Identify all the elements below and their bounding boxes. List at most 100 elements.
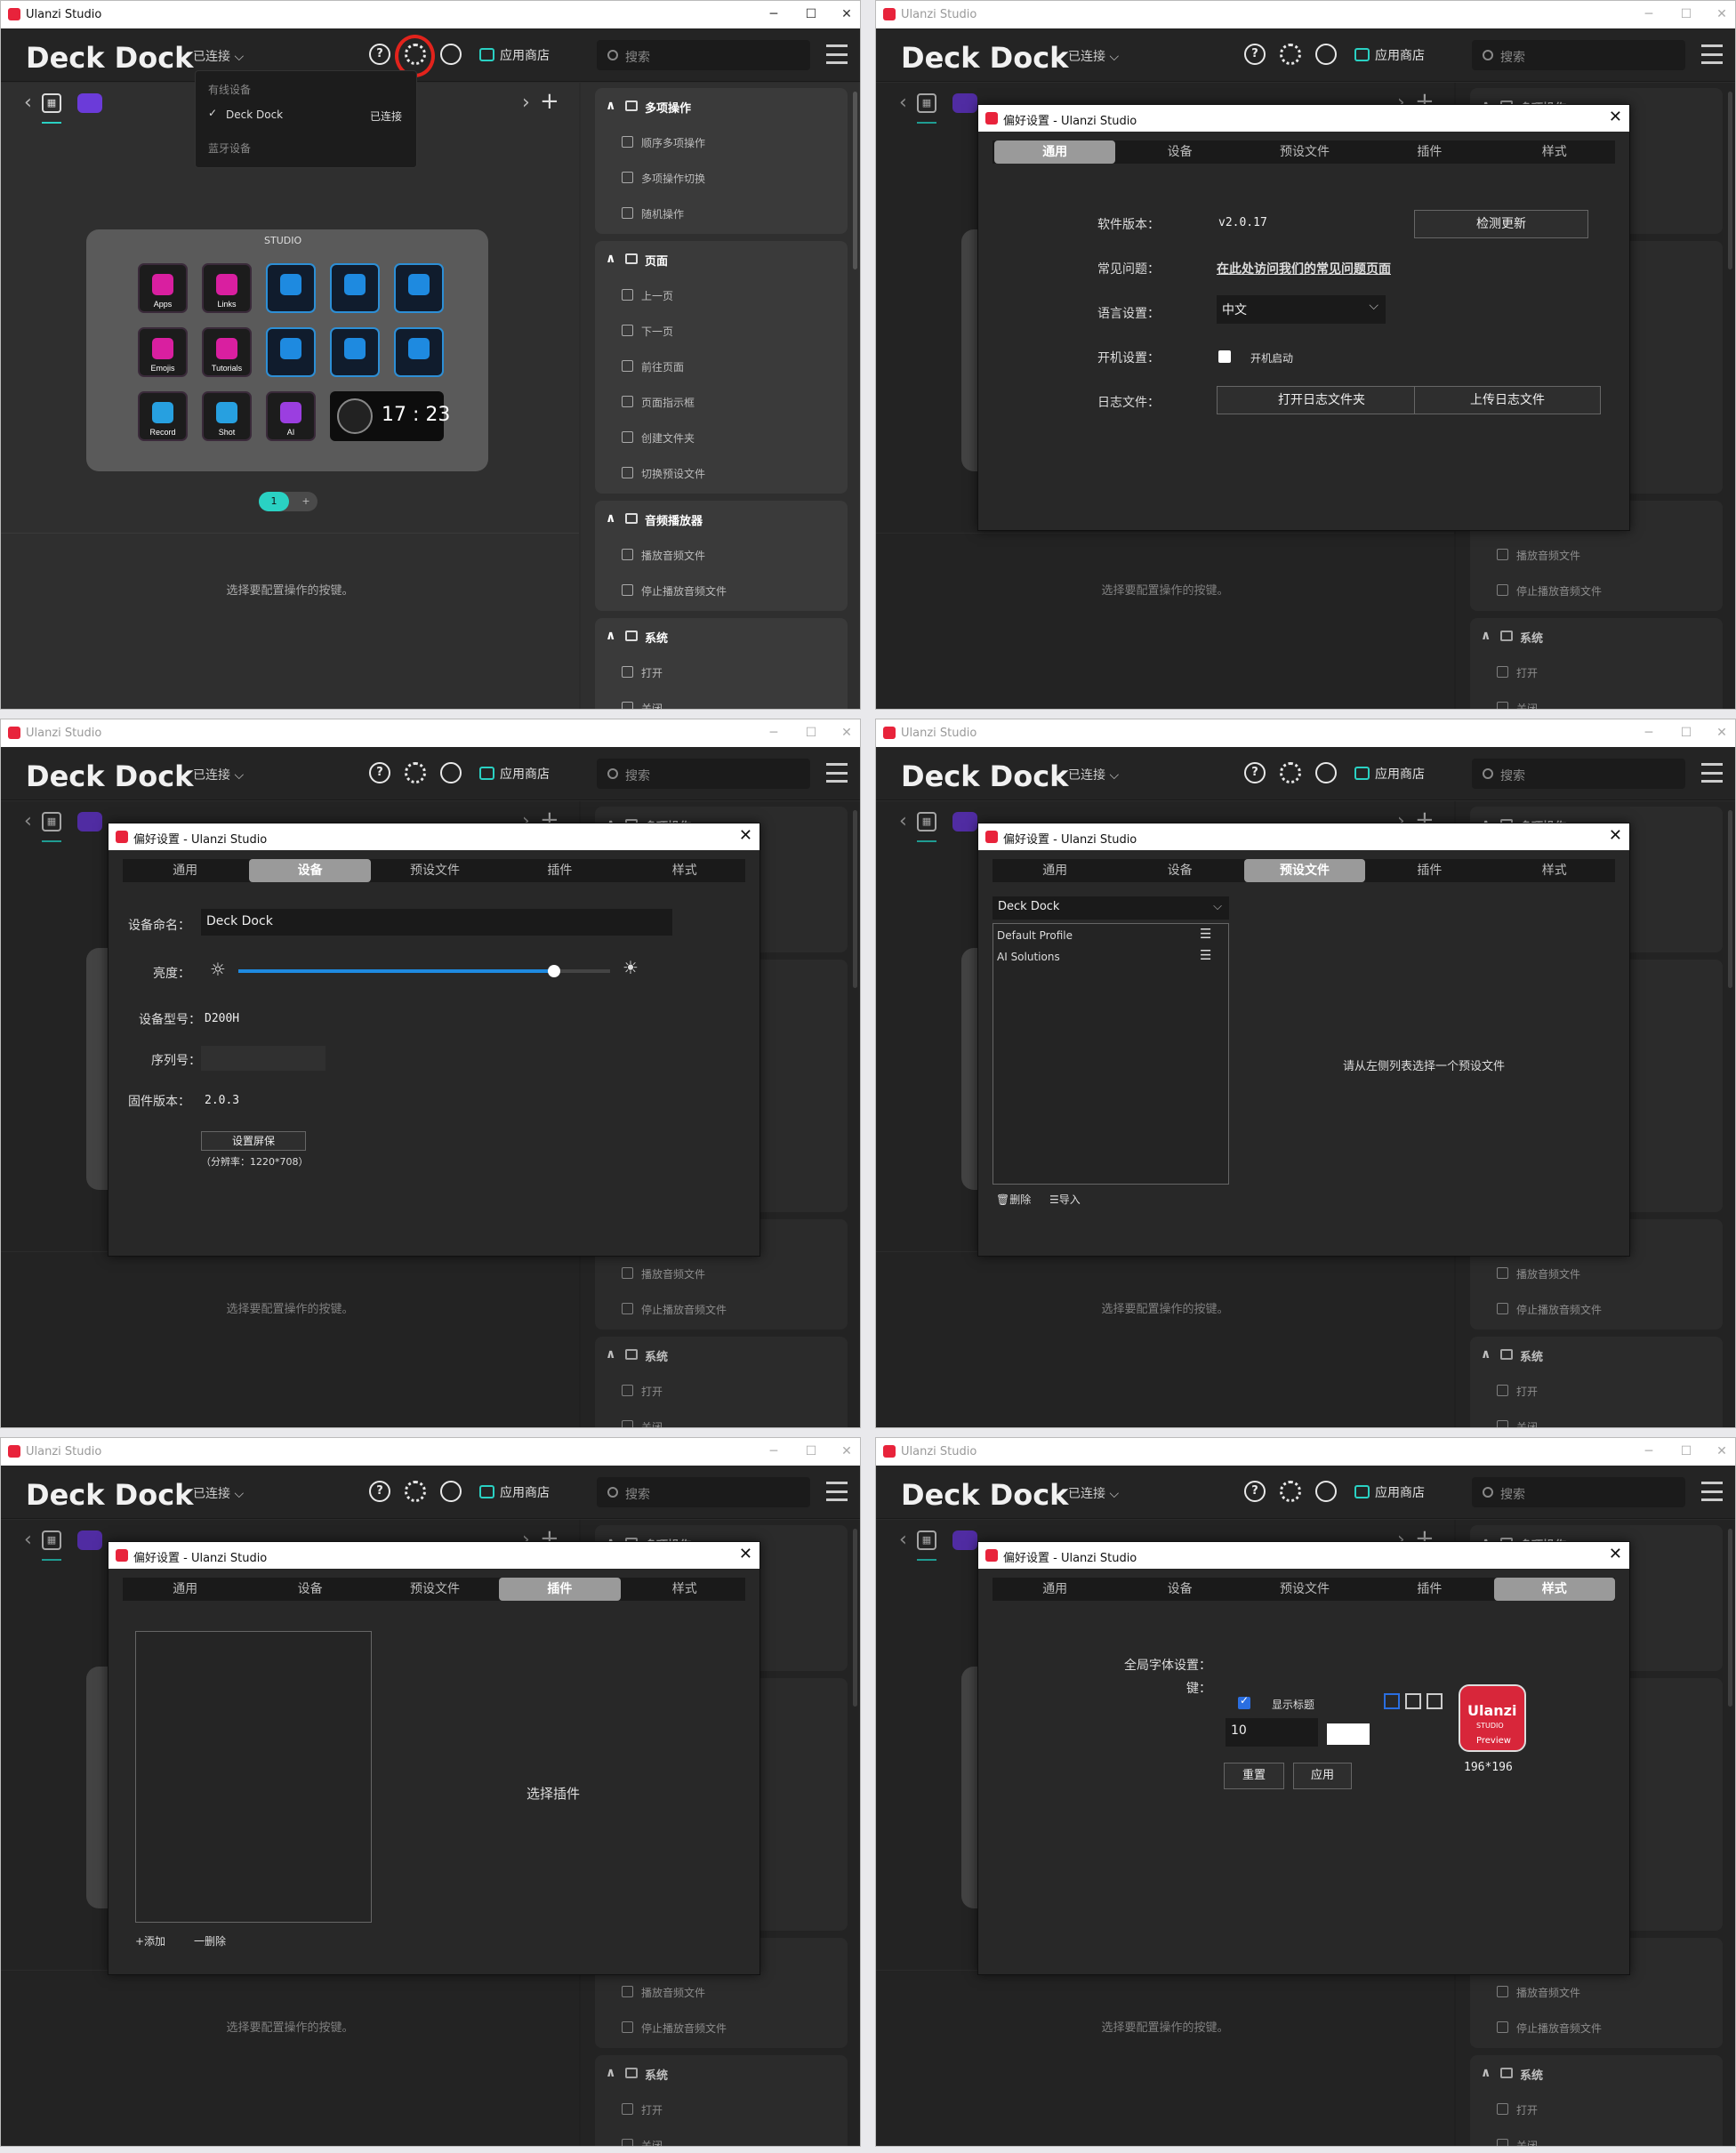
search-input[interactable]: 搜索 xyxy=(597,1477,810,1507)
deck-key[interactable]: Shot xyxy=(202,391,252,441)
tab-device[interactable]: 设备 xyxy=(1119,141,1240,164)
profile-icon[interactable] xyxy=(1315,1481,1337,1502)
search-input[interactable]: 搜索 xyxy=(1472,40,1685,70)
close-button[interactable]: ✕ xyxy=(837,723,856,743)
action-item[interactable]: 关闭 xyxy=(595,689,848,709)
add-plugin-button[interactable]: +添加 xyxy=(135,1933,165,1948)
tab-profiles[interactable]: 预设文件 xyxy=(1243,859,1366,882)
faq-link[interactable]: 在此处访问我们的常见问题页面 xyxy=(1217,260,1391,277)
profile-list-item[interactable]: AI Solutions ☰ xyxy=(993,947,1228,967)
profile-device-select[interactable]: Deck Dock ⌵ xyxy=(993,896,1229,920)
deck-key[interactable] xyxy=(394,263,444,313)
list-icon[interactable] xyxy=(826,44,848,64)
deck-key[interactable]: AI xyxy=(266,391,316,441)
tab-profiles[interactable]: 预设文件 xyxy=(374,1578,495,1601)
app-store-button[interactable]: 应用商店 xyxy=(479,765,550,783)
help-icon[interactable]: ? xyxy=(369,1481,390,1502)
action-group-header[interactable]: ∧ 页面 xyxy=(595,241,848,277)
list-icon[interactable] xyxy=(826,1482,848,1501)
tab-general[interactable]: 通用 xyxy=(125,1578,245,1601)
action-item[interactable]: 打开 xyxy=(595,654,848,689)
startup-checkbox[interactable] xyxy=(1218,350,1231,363)
deck-key[interactable]: Record xyxy=(138,391,188,441)
profile-icon[interactable] xyxy=(440,762,462,783)
connection-dropdown[interactable]: 已连接 ⌵ xyxy=(193,47,244,65)
app-store-button[interactable]: 应用商店 xyxy=(1354,1483,1425,1501)
app-store-button[interactable]: 应用商店 xyxy=(479,1483,550,1501)
tab-style[interactable]: 样式 xyxy=(1494,141,1615,164)
chevron-up-icon[interactable]: ∧ xyxy=(606,99,615,113)
tab-profiles[interactable]: 预设文件 xyxy=(1244,141,1365,164)
page-current[interactable]: 1 xyxy=(259,492,289,511)
tab-style[interactable]: 样式 xyxy=(1493,1578,1615,1601)
maximize-button[interactable]: ☐ xyxy=(801,723,821,743)
scrollbar[interactable] xyxy=(853,92,857,269)
robot-device-icon[interactable] xyxy=(77,93,102,113)
close-button[interactable]: ✕ xyxy=(1712,4,1732,24)
help-icon[interactable]: ? xyxy=(1244,1481,1266,1502)
search-input[interactable]: 搜索 xyxy=(1472,759,1685,789)
connection-dropdown[interactable]: 已连接 ⌵ xyxy=(1068,1484,1119,1502)
close-button[interactable]: ✕ xyxy=(1712,1442,1732,1461)
align-bottom-icon[interactable] xyxy=(1427,1693,1443,1709)
help-icon[interactable]: ? xyxy=(1244,762,1266,783)
close-icon[interactable]: ✕ xyxy=(739,826,752,845)
list-icon[interactable] xyxy=(1701,44,1723,64)
action-item[interactable]: 上一页 xyxy=(595,277,848,312)
close-button[interactable]: ✕ xyxy=(837,1442,856,1461)
align-middle-icon[interactable] xyxy=(1405,1693,1421,1709)
font-color-swatch[interactable] xyxy=(1327,1723,1370,1745)
action-group-header[interactable]: ∧ 音频播放器 xyxy=(595,501,848,536)
delete-profile-button[interactable]: 🗑删除 xyxy=(996,1192,1031,1207)
tab-general[interactable]: 通用 xyxy=(994,1578,1115,1601)
tab-style[interactable]: 样式 xyxy=(1494,859,1615,882)
action-item[interactable]: 前往页面 xyxy=(595,348,848,383)
close-icon[interactable]: ✕ xyxy=(1609,1545,1622,1563)
tab-general[interactable]: 通用 xyxy=(994,141,1116,164)
reset-button[interactable]: 重置 xyxy=(1224,1763,1284,1789)
action-group-header[interactable]: ∧ 多项操作 xyxy=(595,88,848,124)
import-profile-button[interactable]: ☰导入 xyxy=(1049,1192,1081,1207)
maximize-button[interactable]: ☐ xyxy=(1676,4,1696,24)
connection-dropdown[interactable]: 已连接 ⌵ xyxy=(193,1484,244,1502)
menu-icon[interactable]: ☰ xyxy=(1200,926,1211,942)
app-store-button[interactable]: 应用商店 xyxy=(1354,46,1425,64)
maximize-button[interactable]: ☐ xyxy=(1676,1442,1696,1461)
help-icon[interactable]: ? xyxy=(1244,44,1266,65)
gear-icon[interactable] xyxy=(1280,762,1301,783)
deck-key[interactable] xyxy=(266,327,316,377)
deck-key[interactable] xyxy=(330,327,380,377)
device-option[interactable]: Deck Dock xyxy=(226,108,283,121)
action-item[interactable]: 页面指示框 xyxy=(595,383,848,419)
deck-key[interactable] xyxy=(266,263,316,313)
tab-device[interactable]: 设备 xyxy=(249,859,371,882)
close-button[interactable]: ✕ xyxy=(1712,723,1732,743)
tab-general[interactable]: 通用 xyxy=(125,859,245,882)
chevron-up-icon[interactable]: ∧ xyxy=(606,629,615,643)
gear-icon[interactable] xyxy=(1280,44,1301,65)
help-icon[interactable]: ? xyxy=(369,762,390,783)
action-item[interactable]: 随机操作 xyxy=(595,195,848,230)
search-input[interactable]: 搜索 xyxy=(1472,1477,1685,1507)
language-select[interactable]: 中文 ⌵ xyxy=(1217,295,1386,324)
action-item[interactable]: 停止播放音频文件 xyxy=(595,572,848,607)
minimize-button[interactable]: ─ xyxy=(764,723,784,743)
page-indicator[interactable]: 1+ xyxy=(259,492,317,511)
apply-button[interactable]: 应用 xyxy=(1293,1763,1352,1789)
brightness-slider[interactable] xyxy=(238,965,610,977)
page-add[interactable]: + xyxy=(294,492,317,511)
tab-plugins[interactable]: 插件 xyxy=(1369,859,1490,882)
profile-icon[interactable] xyxy=(440,1481,462,1502)
action-item[interactable]: 多项操作切换 xyxy=(595,159,848,195)
deck-key[interactable] xyxy=(394,327,444,377)
tab-plugins[interactable]: 插件 xyxy=(1369,141,1490,164)
deck-key[interactable] xyxy=(330,263,380,313)
align-top-icon[interactable] xyxy=(1384,1693,1400,1709)
deck-key[interactable]: Links xyxy=(202,263,252,313)
tab-profiles[interactable]: 预设文件 xyxy=(1244,1578,1365,1601)
add-page-icon[interactable]: + xyxy=(540,88,559,115)
action-item[interactable]: 顺序多项操作 xyxy=(595,124,848,159)
action-group-header[interactable]: ∧ 系统 xyxy=(595,618,848,654)
grid-view-icon[interactable]: ▦ xyxy=(42,93,61,113)
open-log-folder-button[interactable]: 打开日志文件夹 xyxy=(1217,386,1427,414)
